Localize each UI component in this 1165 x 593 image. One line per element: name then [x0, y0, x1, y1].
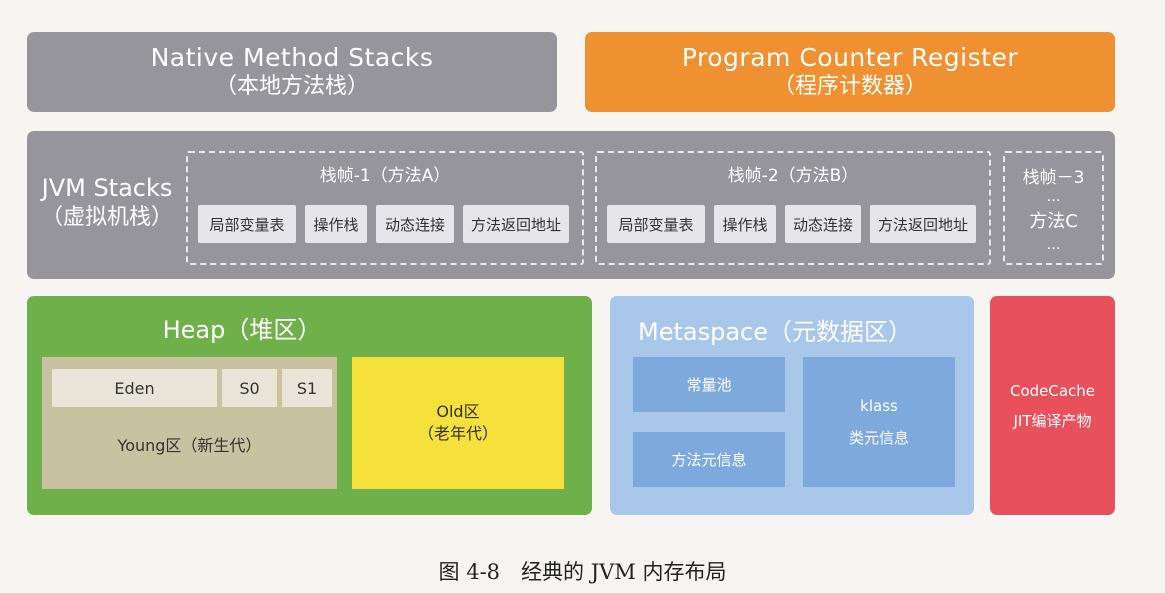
- native-method-stacks-subtitle: （本地方法栈）: [214, 74, 369, 99]
- figure-caption: 图 4-8 经典的 JVM 内存布局: [438, 560, 727, 584]
- stack-frame-1: 栈帧-1（方法A） 局部变量表 操作栈 动态连接 方法返回地址: [186, 151, 584, 265]
- method-metadata-label: 方法元信息: [671, 450, 747, 469]
- jvm-stacks-subtitle: （虚拟机栈）: [40, 205, 173, 230]
- local-variable-table-cell: 局部变量表: [198, 205, 296, 243]
- klass-cell: klass 类元信息: [803, 357, 955, 487]
- young-generation-box: Eden S0 S1 Young区（新生代）: [42, 357, 337, 489]
- heap-title: Heap（堆区）: [162, 316, 322, 344]
- native-method-stacks-box: Native Method Stacks （本地方法栈）: [27, 32, 557, 112]
- metaspace-title: Metaspace（元数据区）: [638, 318, 912, 346]
- klass-label: klass: [860, 397, 898, 415]
- codecache-title: CodeCache: [1009, 381, 1096, 400]
- ellipsis-top: …: [1046, 189, 1061, 205]
- survivor-0-cell: S0: [222, 369, 277, 407]
- old-generation-label: Old区: [436, 402, 480, 421]
- return-address-cell: 方法返回地址: [463, 205, 569, 243]
- old-generation-box: Old区 （老年代）: [352, 357, 564, 489]
- young-generation-label: Young区（新生代）: [117, 436, 262, 455]
- operand-stack-cell: 操作栈: [714, 205, 776, 243]
- program-counter-register-title: Program Counter Register: [681, 43, 1019, 72]
- stack-frame-2-title: 栈帧-2（方法B）: [727, 166, 859, 186]
- native-method-stacks-title: Native Method Stacks: [150, 43, 434, 72]
- dynamic-linking-cell: 动态连接: [785, 205, 861, 243]
- eden-cell: Eden: [52, 369, 217, 407]
- method-metadata-cell: 方法元信息: [633, 432, 785, 487]
- stack-frame-3-method: 方法C: [1029, 211, 1078, 232]
- local-variable-table-cell: 局部变量表: [607, 205, 705, 243]
- codecache-subtitle: JIT编译产物: [1013, 411, 1092, 430]
- jvm-stacks-label: JVM Stacks （虚拟机栈）: [27, 173, 187, 233]
- stack-frame-2: 栈帧-2（方法B） 局部变量表 操作栈 动态连接 方法返回地址: [595, 151, 991, 265]
- program-counter-register-subtitle: （程序计数器）: [772, 74, 927, 99]
- return-address-cell: 方法返回地址: [870, 205, 976, 243]
- stack-frame-3: 栈帧－3 … 方法C …: [1003, 151, 1104, 265]
- ellipsis-bottom: …: [1046, 237, 1061, 253]
- heap-box: Heap（堆区） Eden S0 S1 Young区（新生代） Old区 （老年…: [27, 296, 592, 515]
- old-generation-sublabel: （老年代）: [417, 424, 498, 443]
- stack-frame-1-title: 栈帧-1（方法A）: [319, 166, 451, 186]
- jvm-stacks-box: JVM Stacks （虚拟机栈） 栈帧-1（方法A） 局部变量表 操作栈 动态…: [27, 131, 1115, 279]
- program-counter-register-box: Program Counter Register （程序计数器）: [585, 32, 1115, 112]
- constant-pool-label: 常量池: [686, 375, 732, 394]
- class-metadata-label: 类元信息: [848, 429, 909, 447]
- constant-pool-cell: 常量池: [633, 357, 785, 412]
- jvm-stacks-title: JVM Stacks: [41, 174, 173, 202]
- survivor-1-cell: S1: [282, 369, 332, 407]
- stack-frame-3-title: 栈帧－3: [1022, 168, 1085, 188]
- operand-stack-cell: 操作栈: [305, 205, 367, 243]
- codecache-box: CodeCache JIT编译产物: [990, 296, 1115, 515]
- dynamic-linking-cell: 动态连接: [376, 205, 454, 243]
- metaspace-box: Metaspace（元数据区） 常量池 方法元信息 klass 类元信息: [610, 296, 974, 515]
